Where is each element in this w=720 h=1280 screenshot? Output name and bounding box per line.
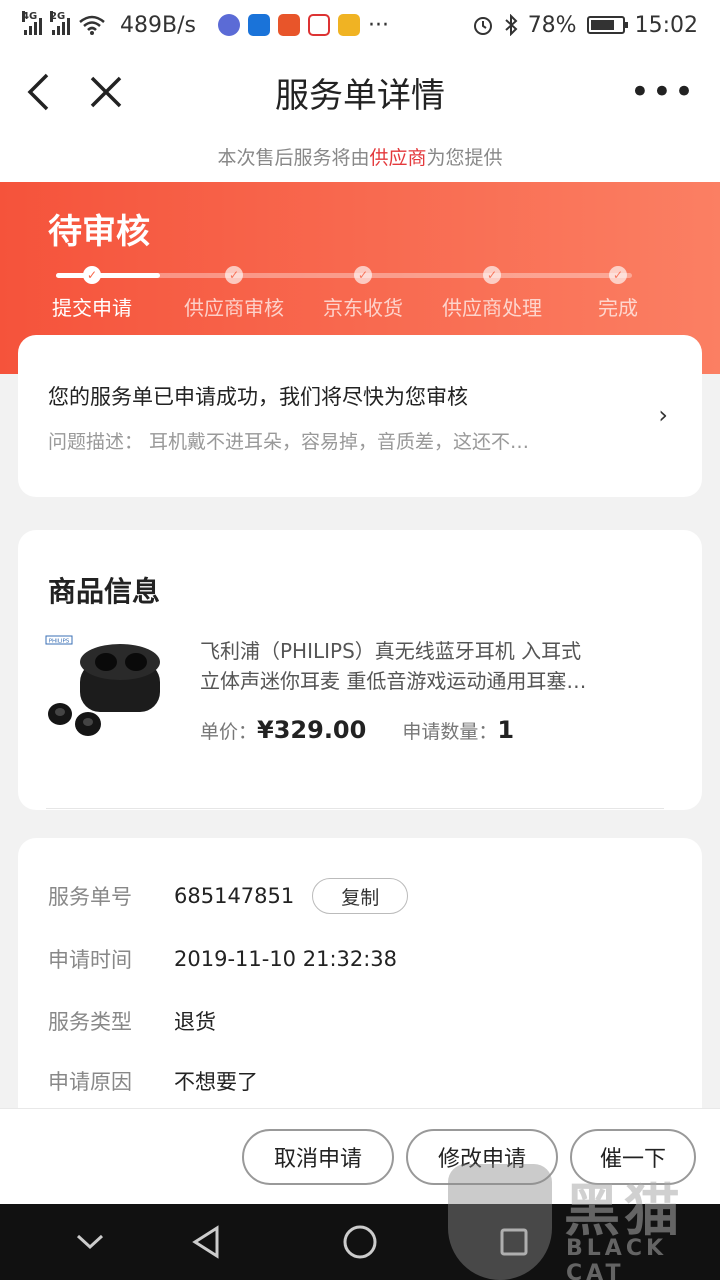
step-label: 京东收货	[323, 296, 403, 320]
info-row-service-type: 服务类型 退货	[48, 1006, 216, 1036]
apply-reason: 不想要了	[174, 1070, 258, 1094]
info-row-apply-time: 申请时间 2019-11-10 21:32:38	[48, 944, 397, 974]
alarm-icon	[473, 17, 492, 35]
bluetooth-icon	[505, 14, 518, 36]
navigation-bar: 服务单详情 •••	[0, 50, 720, 134]
product-info-card: 商品信息 PHILIPS 飞利浦（PHILIPS）真无线蓝牙耳机 入耳式 立体声…	[18, 530, 702, 810]
system-navigation-bar	[0, 1204, 720, 1280]
progress-stepper: ✓ 提交申请 ✓ 供应商审核 ✓ 京东收货 ✓ 供应商处理 ✓ 完成	[0, 264, 720, 324]
info-key: 申请原因	[48, 1070, 132, 1094]
check-icon: ✓	[83, 266, 101, 284]
info-key: 申请时间	[48, 948, 132, 972]
close-icon	[90, 76, 122, 108]
service-provider-notice: 本次售后服务将由供应商为您提供	[0, 134, 720, 182]
product-image[interactable]: PHILIPS	[42, 634, 182, 744]
service-type: 退货	[174, 1010, 216, 1034]
price-label: 单价：	[200, 721, 258, 743]
system-recents-button[interactable]	[494, 1222, 534, 1262]
product-name-line: 飞利浦（PHILIPS）真无线蓝牙耳机 入耳式	[200, 639, 582, 663]
signal-strength-icon: 4G	[22, 11, 42, 35]
game-app-icon	[277, 14, 300, 36]
signal-strength-icon: 2G	[50, 11, 70, 35]
urge-button[interactable]: 催一下	[570, 1129, 696, 1185]
chevron-down-icon	[76, 1234, 104, 1250]
notice-suffix: 为您提供	[426, 147, 503, 169]
service-info-card: 服务单号 685147851 复制 申请时间 2019-11-10 21:32:…	[18, 838, 702, 1138]
divider	[46, 808, 664, 809]
brand-logo: PHILIPS	[49, 639, 70, 645]
action-bar: 取消申请 修改申请 催一下	[0, 1108, 720, 1204]
check-icon: ✓	[225, 266, 243, 284]
info-row-service-number: 服务单号 685147851 复制	[48, 878, 409, 914]
apply-time: 2019-11-10 21:32:38	[174, 947, 398, 971]
battery-percent: 78%	[527, 12, 577, 38]
music-app-icon	[217, 14, 240, 36]
step-label: 提交申请	[52, 296, 132, 320]
chevron-left-icon	[27, 73, 49, 111]
clock: 15:02	[634, 12, 698, 38]
status-message: 您的服务单已申请成功，我们将尽快为您审核	[48, 385, 468, 409]
status-bar: 4G 2G 489B/s ··· 78% 15:02	[0, 0, 720, 50]
step-supplier-review: ✓ 供应商审核	[159, 264, 309, 321]
info-row-reason: 申请原因 不想要了	[48, 1066, 258, 1096]
modify-request-button[interactable]: 修改申请	[406, 1129, 558, 1185]
service-number: 685147851	[174, 884, 295, 908]
product-name[interactable]: 飞利浦（PHILIPS）真无线蓝牙耳机 入耳式 立体声迷你耳麦 重低音游戏运动通…	[200, 636, 630, 696]
notice-prefix: 本次售后服务将由	[217, 147, 370, 169]
quantity-value: 1	[497, 716, 515, 744]
info-key: 服务类型	[48, 1010, 132, 1034]
supplier-link[interactable]: 供应商	[369, 147, 426, 169]
system-home-button[interactable]	[340, 1222, 380, 1262]
more-options-button[interactable]: •••	[630, 72, 696, 112]
step-complete: ✓ 完成	[543, 264, 693, 321]
check-icon: ✓	[354, 266, 372, 284]
back-triangle-icon	[192, 1225, 219, 1259]
product-section-title: 商品信息	[48, 575, 161, 608]
network-speed: 489B/s	[120, 12, 196, 38]
hide-keyboard-button[interactable]	[70, 1222, 110, 1262]
network-type-label: 4G	[22, 11, 38, 22]
back-button[interactable]	[14, 68, 62, 116]
problem-description: 问题描述： 耳机戴不进耳朵，容易掉，音质差，这还不…	[48, 431, 530, 453]
shield-app-icon	[247, 14, 270, 36]
copy-button[interactable]: 复制	[312, 878, 409, 914]
step-jd-receive: ✓ 京东收货	[288, 264, 438, 321]
quantity-label: 申请数量：	[402, 721, 498, 743]
wifi-icon	[79, 15, 105, 35]
more-notifications-icon: ···	[367, 12, 389, 38]
cancel-request-button[interactable]: 取消申请	[242, 1129, 394, 1185]
home-circle-icon	[343, 1225, 377, 1259]
step-label: 供应商审核	[184, 296, 284, 320]
status-title: 待审核	[48, 212, 150, 252]
battery-icon	[586, 16, 628, 34]
step-submit: ✓ 提交申请	[17, 264, 167, 321]
chevron-right-icon: ›	[658, 401, 668, 429]
network-type-label: 2G	[50, 11, 66, 22]
maps-app-icon	[307, 14, 330, 36]
recents-square-icon	[500, 1228, 528, 1256]
check-icon: ✓	[483, 266, 501, 284]
close-button[interactable]	[82, 68, 130, 116]
photo-app-icon	[337, 14, 360, 36]
status-message-card[interactable]: 您的服务单已申请成功，我们将尽快为您审核 问题描述： 耳机戴不进耳朵，容易掉，音…	[18, 335, 702, 497]
system-back-button[interactable]	[186, 1222, 226, 1262]
price-row: 单价： ¥329.00 申请数量： 1	[200, 716, 514, 744]
info-key: 服务单号	[48, 885, 132, 909]
product-name-line: 立体声迷你耳麦 重低音游戏运动通用耳塞…	[200, 669, 587, 693]
check-icon: ✓	[609, 266, 627, 284]
step-label: 完成	[598, 296, 638, 320]
unit-price: ¥329.00	[257, 716, 367, 744]
